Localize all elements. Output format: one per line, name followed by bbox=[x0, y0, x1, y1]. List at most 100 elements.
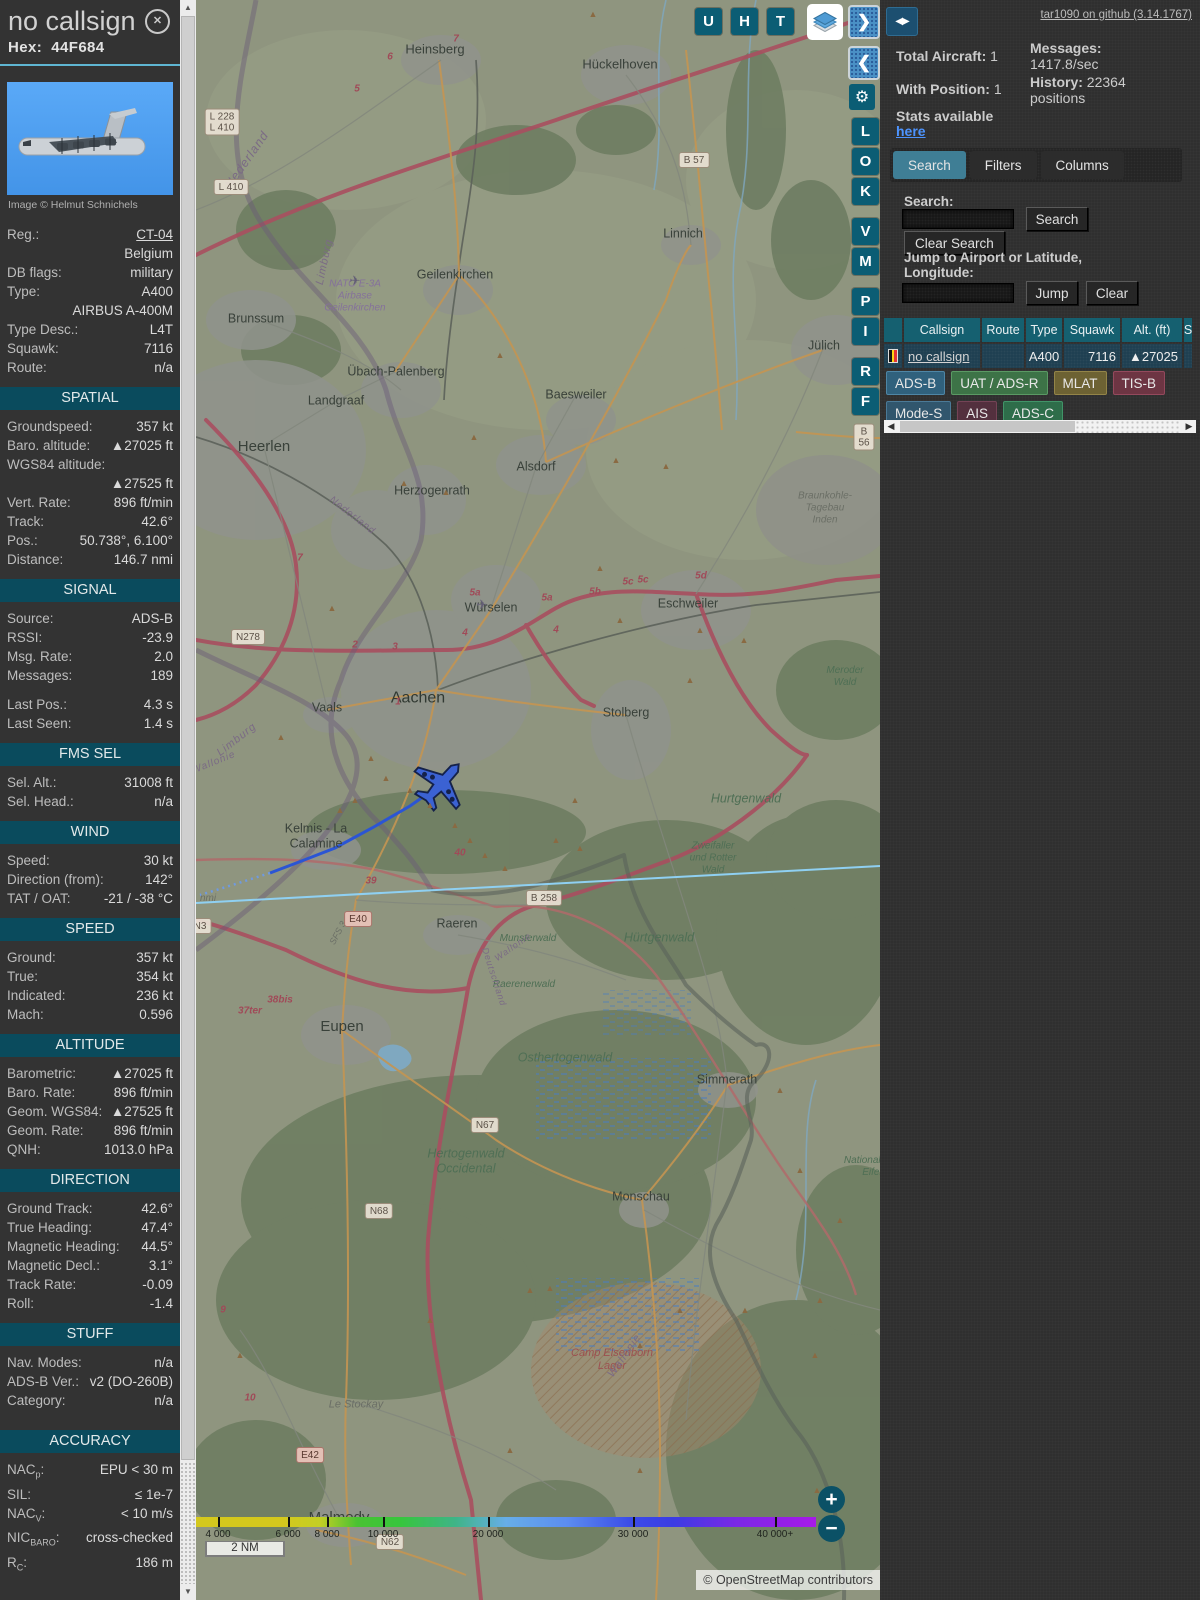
with-position-stat: With Position: 1 bbox=[896, 81, 1002, 97]
callsign-cell: no callsign bbox=[904, 344, 980, 368]
data-value: 0.596 bbox=[139, 1007, 173, 1022]
close-icon[interactable]: ✕ bbox=[145, 9, 170, 34]
filter-uatads-r[interactable]: UAT / ADS-R bbox=[951, 371, 1048, 395]
data-row: NACV: < 10 m/s bbox=[0, 1504, 180, 1529]
column-header-Callsign[interactable]: Callsign bbox=[904, 318, 980, 342]
scroll-right-icon[interactable]: ▶ bbox=[1182, 420, 1196, 433]
sidebar-expand-button[interactable]: ❯ bbox=[848, 5, 880, 39]
peak-icon: ▲ bbox=[739, 635, 749, 645]
data-value: 236 kt bbox=[136, 988, 173, 1003]
map-button-p[interactable]: P bbox=[852, 288, 879, 315]
data-label: RC: bbox=[7, 1555, 28, 1573]
column-header-Route[interactable]: Route bbox=[982, 318, 1024, 342]
peak-icon: ▲ bbox=[235, 1350, 245, 1360]
data-label: Messages: bbox=[7, 668, 73, 683]
section-header-spatial: SPATIAL bbox=[0, 387, 180, 410]
tab-filters[interactable]: Filters bbox=[969, 151, 1037, 179]
data-row: RC: 186 m bbox=[0, 1553, 180, 1578]
sidebar-scrollbar[interactable]: ▲ ▼ bbox=[180, 0, 196, 1600]
tab-columns[interactable]: Columns bbox=[1040, 151, 1124, 179]
motorway-exit-label: 4 bbox=[462, 627, 468, 639]
data-label: Track Rate: bbox=[7, 1277, 77, 1292]
scroll-left-icon[interactable]: ◀ bbox=[884, 420, 898, 433]
info-row: Route: n/a bbox=[0, 358, 180, 377]
callsign-link[interactable]: no callsign bbox=[908, 349, 969, 364]
airfield-icon: ✈ bbox=[476, 597, 488, 612]
github-version-link[interactable]: tar1090 on github (3.14.1767) bbox=[1040, 9, 1192, 21]
search-button[interactable]: Search bbox=[1026, 207, 1088, 231]
data-value: 142° bbox=[145, 872, 173, 887]
data-label: TAT / OAT: bbox=[7, 891, 71, 906]
column-header-Type[interactable]: Type bbox=[1026, 318, 1062, 342]
filter-tis-b[interactable]: TIS-B bbox=[1112, 371, 1166, 395]
column-header-Squawk[interactable]: Squawk bbox=[1064, 318, 1120, 342]
map-button-k[interactable]: K bbox=[852, 178, 879, 205]
filter-ads-b[interactable]: ADS-B bbox=[886, 371, 946, 395]
data-label: Roll: bbox=[7, 1296, 35, 1311]
road-shield: B 56 bbox=[853, 423, 875, 451]
table-scrollbar-track[interactable] bbox=[1075, 420, 1180, 433]
map-button-r[interactable]: R bbox=[852, 358, 879, 385]
data-label: Baro. Rate: bbox=[7, 1085, 76, 1100]
map[interactable]: Heinsberg Hückelhoven Linnich Geilenkirchen… bbox=[196, 0, 880, 1600]
data-label: Nav. Modes: bbox=[7, 1355, 82, 1370]
map-button-t[interactable]: T bbox=[767, 8, 794, 35]
peak-icon: ▲ bbox=[740, 1305, 750, 1315]
data-row: Ground: 357 kt bbox=[0, 948, 180, 967]
table-horizontal-scrollbar[interactable]: ◀ ▶ bbox=[884, 420, 1196, 433]
peak-icon: ▲ bbox=[465, 835, 475, 845]
registration-link[interactable]: CT-04 bbox=[39, 225, 173, 244]
data-value: 896 ft/min bbox=[113, 1123, 173, 1138]
sidebar-collapse-button[interactable]: ❮ bbox=[848, 46, 880, 80]
map-button-v[interactable]: V bbox=[852, 218, 879, 245]
map-button-o[interactable]: O bbox=[852, 148, 879, 175]
jump-button[interactable]: Jump bbox=[1026, 281, 1078, 305]
info-row: Squawk: 7116 bbox=[0, 339, 180, 358]
map-button-h[interactable]: H bbox=[731, 8, 758, 35]
altitude-cell: ▲27025 bbox=[1122, 344, 1182, 368]
filter-mlat[interactable]: MLAT bbox=[1053, 371, 1107, 395]
messages-stat: Messages: 1417.8/sec bbox=[1030, 40, 1102, 72]
map-button-u[interactable]: U bbox=[695, 8, 722, 35]
map-attribution[interactable]: © OpenStreetMap contributors bbox=[696, 1570, 880, 1590]
clear-button[interactable]: Clear bbox=[1086, 281, 1138, 305]
peak-icon: ▲ bbox=[480, 850, 490, 860]
data-value: -1.4 bbox=[149, 1296, 173, 1311]
data-value: -23.9 bbox=[142, 630, 173, 645]
sidebar-scrollbar-track[interactable] bbox=[180, 1462, 196, 1584]
info-value: A400 bbox=[141, 284, 173, 299]
peak-icon: ▲ bbox=[441, 487, 451, 497]
data-label: Magnetic Decl.: bbox=[7, 1258, 101, 1273]
data-row: Baro. altitude: ▲27025 ft bbox=[0, 436, 180, 455]
zoom-in-button[interactable]: + bbox=[818, 1486, 845, 1513]
layers-button[interactable] bbox=[807, 4, 843, 40]
map-button-m[interactable]: M bbox=[852, 248, 879, 275]
peak-icon: ▲ bbox=[399, 478, 409, 488]
data-value: 146.7 nmi bbox=[113, 552, 173, 567]
data-value: -0.09 bbox=[142, 1277, 173, 1292]
scroll-down-icon[interactable]: ▼ bbox=[180, 1584, 196, 1600]
scroll-up-icon[interactable]: ▲ bbox=[180, 0, 196, 16]
panel-resize-button[interactable]: ◀▶ bbox=[886, 7, 918, 36]
panel-tabs: Search Filters Columns bbox=[890, 148, 1182, 182]
road-shield: L 410 bbox=[213, 179, 249, 195]
column-header-flag[interactable] bbox=[884, 318, 902, 342]
tab-search[interactable]: Search bbox=[893, 151, 966, 179]
map-button-i[interactable]: I bbox=[852, 318, 879, 345]
data-value: 2.0 bbox=[154, 649, 173, 664]
column-header-Alt. (ft)[interactable]: Alt. (ft) bbox=[1122, 318, 1182, 342]
table-scrollbar-thumb[interactable] bbox=[900, 421, 1075, 432]
data-value: 896 ft/min bbox=[113, 495, 173, 510]
section-header-speed: SPEED bbox=[0, 918, 180, 941]
zoom-out-button[interactable]: − bbox=[818, 1515, 845, 1542]
aircraft-photo[interactable] bbox=[7, 82, 173, 195]
stats-here-link[interactable]: here bbox=[896, 123, 926, 139]
search-input[interactable] bbox=[902, 209, 1014, 229]
peak-icon: ▲ bbox=[327, 603, 337, 613]
sidebar-scrollbar-thumb[interactable] bbox=[181, 16, 195, 1460]
column-header-S[interactable]: S bbox=[1184, 318, 1192, 342]
settings-button[interactable]: ⚙ bbox=[849, 84, 875, 110]
jump-input[interactable] bbox=[902, 283, 1014, 303]
map-button-l[interactable]: L bbox=[852, 118, 879, 145]
map-button-f[interactable]: F bbox=[852, 388, 879, 415]
